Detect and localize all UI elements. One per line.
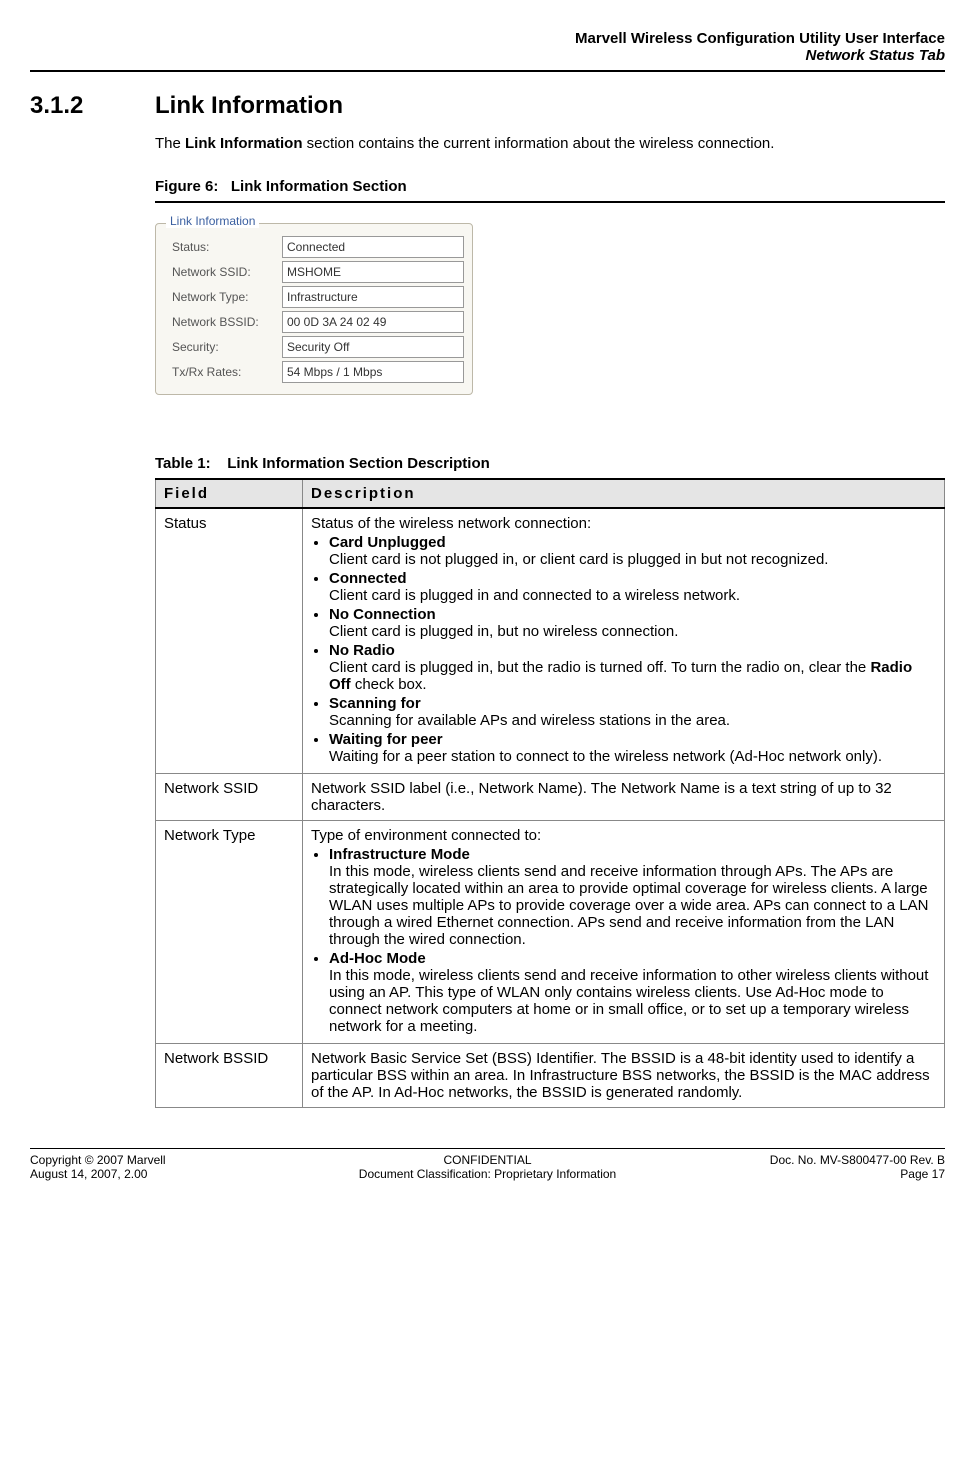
list-item: Card Unplugged Client card is not plugge… — [329, 534, 936, 568]
header-rule — [30, 70, 945, 72]
field-cell: Network Type — [156, 821, 303, 1044]
footer-docno: Doc. No. MV-S800477-00 Rev. B — [643, 1153, 945, 1167]
table-label: Table 1: — [155, 455, 211, 472]
intro-post: section contains the current information… — [303, 135, 775, 152]
link-info-label: Tx/Rx Rates: — [164, 365, 282, 379]
type-list: Infrastructure Mode In this mode, wirele… — [311, 846, 936, 1035]
intro-pre: The — [155, 135, 185, 152]
link-info-value: 00 0D 3A 24 02 49 — [282, 311, 464, 333]
link-info-legend: Link Information — [166, 214, 259, 228]
table-row: Network Type Type of environment connect… — [156, 821, 945, 1044]
lead-text: Status of the wireless network connectio… — [311, 515, 591, 532]
header-subtitle: Network Status Tab — [30, 47, 945, 64]
link-info-panel: Link Information Status: Connected Netwo… — [155, 223, 473, 395]
footer-classification: Document Classification: Proprietary Inf… — [337, 1167, 639, 1181]
item-desc: Client card is plugged in, but no wirele… — [329, 623, 936, 640]
section-heading: 3.1.2 Link Information — [30, 92, 945, 120]
desc-post: check box. — [351, 676, 427, 693]
link-info-label: Status: — [164, 240, 282, 254]
desc-cell: Type of environment connected to: Infras… — [303, 821, 945, 1044]
link-info-row-bssid: Network BSSID: 00 0D 3A 24 02 49 — [164, 311, 464, 333]
list-item: No Radio Client card is plugged in, but … — [329, 642, 936, 693]
table-title: Link Information Section Description — [227, 455, 490, 472]
footer-confidential: CONFIDENTIAL — [337, 1153, 639, 1167]
link-info-value: Connected — [282, 236, 464, 258]
field-cell: Network SSID — [156, 774, 303, 821]
list-item: Waiting for peer Waiting for a peer stat… — [329, 731, 936, 765]
col-field: Field — [156, 479, 303, 508]
section-number: 3.1.2 — [30, 92, 155, 120]
item-term: Connected — [329, 570, 407, 587]
link-info-label: Network Type: — [164, 290, 282, 304]
list-item: Scanning for Scanning for available APs … — [329, 695, 936, 729]
header-title: Marvell Wireless Configuration Utility U… — [30, 30, 945, 47]
table-caption: Table 1: Link Information Section Descri… — [155, 455, 945, 472]
item-desc: Waiting for a peer station to connect to… — [329, 748, 936, 765]
item-desc: Scanning for available APs and wireless … — [329, 712, 936, 729]
footer-left: Copyright © 2007 Marvell August 14, 2007… — [30, 1153, 332, 1181]
item-term: No Connection — [329, 606, 436, 623]
footer-center: CONFIDENTIAL Document Classification: Pr… — [337, 1153, 639, 1181]
footer-page: Page 17 — [643, 1167, 945, 1181]
field-cell: Status — [156, 508, 303, 774]
table-row: Status Status of the wireless network co… — [156, 508, 945, 774]
table-row: Network SSID Network SSID label (i.e., N… — [156, 774, 945, 821]
item-desc: Client card is plugged in and connected … — [329, 587, 936, 604]
lead-text: Type of environment connected to: — [311, 827, 541, 844]
link-info-label: Security: — [164, 340, 282, 354]
page-footer: Copyright © 2007 Marvell August 14, 2007… — [30, 1153, 945, 1181]
desc-cell: Network Basic Service Set (BSS) Identifi… — [303, 1044, 945, 1108]
item-term: Scanning for — [329, 695, 421, 712]
link-info-row-rates: Tx/Rx Rates: 54 Mbps / 1 Mbps — [164, 361, 464, 383]
description-table: Field Description Status Status of the w… — [155, 478, 945, 1108]
page-header: Marvell Wireless Configuration Utility U… — [30, 30, 945, 64]
item-term: Card Unplugged — [329, 534, 446, 551]
link-info-row-type: Network Type: Infrastructure — [164, 286, 464, 308]
item-term: Waiting for peer — [329, 731, 443, 748]
table-header-row: Field Description — [156, 479, 945, 508]
link-info-value: Infrastructure — [282, 286, 464, 308]
col-description: Description — [303, 479, 945, 508]
link-info-value: 54 Mbps / 1 Mbps — [282, 361, 464, 383]
footer-copyright: Copyright © 2007 Marvell — [30, 1153, 332, 1167]
link-info-row-ssid: Network SSID: MSHOME — [164, 261, 464, 283]
list-item: Ad-Hoc Mode In this mode, wireless clien… — [329, 950, 936, 1035]
link-info-value: MSHOME — [282, 261, 464, 283]
item-desc: In this mode, wireless clients send and … — [329, 863, 936, 948]
footer-date: August 14, 2007, 2.00 — [30, 1167, 332, 1181]
list-item: Infrastructure Mode In this mode, wirele… — [329, 846, 936, 948]
footer-right: Doc. No. MV-S800477-00 Rev. B Page 17 — [643, 1153, 945, 1181]
link-info-row-status: Status: Connected — [164, 236, 464, 258]
status-list: Card Unplugged Client card is not plugge… — [311, 534, 936, 765]
figure-label: Figure 6: — [155, 178, 218, 195]
figure-rule — [155, 201, 945, 203]
list-item: Connected Client card is plugged in and … — [329, 570, 936, 604]
item-desc: Client card is plugged in, but the radio… — [329, 659, 936, 693]
item-term: No Radio — [329, 642, 395, 659]
link-info-label: Network SSID: — [164, 265, 282, 279]
footer-rule — [30, 1148, 945, 1149]
intro-bold: Link Information — [185, 135, 303, 152]
intro-paragraph: The Link Information section contains th… — [155, 135, 945, 152]
desc-cell: Network SSID label (i.e., Network Name).… — [303, 774, 945, 821]
table-row: Network BSSID Network Basic Service Set … — [156, 1044, 945, 1108]
desc-cell: Status of the wireless network connectio… — [303, 508, 945, 774]
field-cell: Network BSSID — [156, 1044, 303, 1108]
item-desc: Client card is not plugged in, or client… — [329, 551, 936, 568]
item-term: Infrastructure Mode — [329, 846, 470, 863]
desc-pre: Client card is plugged in, but the radio… — [329, 659, 870, 676]
link-info-label: Network BSSID: — [164, 315, 282, 329]
link-info-row-security: Security: Security Off — [164, 336, 464, 358]
figure-title: Link Information Section — [231, 178, 407, 195]
link-info-value: Security Off — [282, 336, 464, 358]
item-desc: In this mode, wireless clients send and … — [329, 967, 936, 1035]
section-title: Link Information — [155, 92, 343, 120]
list-item: No Connection Client card is plugged in,… — [329, 606, 936, 640]
figure-caption: Figure 6: Link Information Section — [155, 178, 945, 195]
item-term: Ad-Hoc Mode — [329, 950, 426, 967]
